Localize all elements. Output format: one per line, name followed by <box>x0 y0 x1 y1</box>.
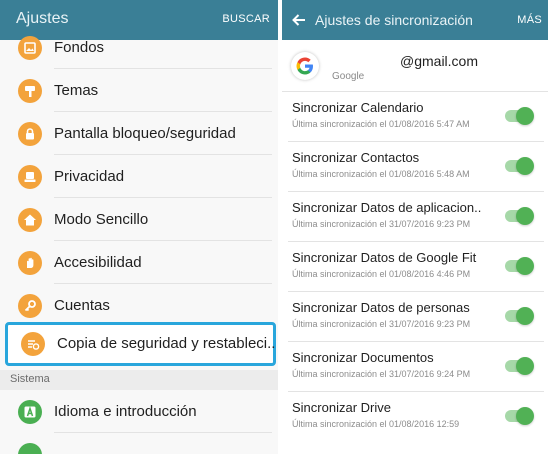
sync-toggle[interactable] <box>505 407 534 425</box>
sync-item-title: Sincronizar Drive <box>292 400 391 415</box>
settings-item-backup-reset[interactable]: Copia de seguridad y restableci.. <box>5 322 276 366</box>
sync-item-title: Sincronizar Documentos <box>292 350 434 365</box>
settings-item-themes[interactable]: Temas <box>0 69 278 112</box>
settings-item-accessibility[interactable]: Accesibilidad <box>0 241 278 284</box>
settings-item-accounts[interactable]: Cuentas <box>0 284 278 327</box>
sync-toggle[interactable] <box>505 307 534 325</box>
settings-item-partial[interactable] <box>0 433 278 454</box>
settings-item-label: Cuentas <box>54 296 110 314</box>
account-header: @gmail.com Google <box>282 40 548 92</box>
sync-item-date: Última sincronización el 01/08/2016 12:5… <box>292 419 460 429</box>
sync-item-contacts[interactable]: Sincronizar Contactos Última sincronizac… <box>282 142 548 192</box>
sync-item-calendar[interactable]: Sincronizar Calendario Última sincroniza… <box>282 92 548 142</box>
toggle-knob <box>516 307 534 325</box>
brush-icon <box>18 78 42 103</box>
sync-item-date: Última sincronización el 01/08/2016 5:48… <box>292 169 470 179</box>
settings-item-privacy[interactable]: Privacidad <box>0 155 278 198</box>
toggle-knob <box>516 357 534 375</box>
settings-item-label: Fondos <box>54 38 105 56</box>
settings-item-label: Pantalla bloqueo/seguridad <box>54 124 236 142</box>
settings-item-label: Modo Sencillo <box>54 210 149 228</box>
sync-title: Ajustes de sincronización <box>315 12 473 28</box>
sync-item-drive[interactable]: Sincronizar Drive Última sincronización … <box>282 392 548 442</box>
sync-item-date: Última sincronización el 01/08/2016 5:47… <box>292 119 470 129</box>
sync-item-title: Sincronizar Datos de aplicacion.. <box>292 200 482 215</box>
search-button[interactable]: BUSCAR <box>222 13 270 25</box>
sync-item-date: Última sincronización el 01/08/2016 4:46… <box>292 269 471 279</box>
sync-item-documents[interactable]: Sincronizar Documentos Última sincroniza… <box>282 342 548 392</box>
settings-item-wallpaper[interactable]: Fondos <box>0 26 278 69</box>
toggle-knob <box>516 257 534 275</box>
sync-item-date: Última sincronización el 31/07/2016 9:24… <box>292 369 471 379</box>
sync-item-people-data[interactable]: Sincronizar Datos de personas Última sin… <box>282 292 548 342</box>
settings-item-label: Temas <box>54 81 99 99</box>
toggle-knob <box>516 407 534 425</box>
toggle-knob <box>516 207 534 225</box>
more-button[interactable]: MÁS <box>517 14 542 26</box>
sync-toggle[interactable] <box>505 357 534 375</box>
sync-item-title: Sincronizar Datos de personas <box>292 300 470 315</box>
sync-item-google-fit[interactable]: Sincronizar Datos de Google Fit Última s… <box>282 242 548 292</box>
settings-item-language-input[interactable]: Idioma e introducción <box>0 390 278 433</box>
sync-settings-panel: Ajustes de sincronización MÁS @gmail.com… <box>282 0 548 454</box>
account-type: Google <box>332 71 365 82</box>
settings-item-label: Privacidad <box>54 167 125 185</box>
settings-item-row: Copia de seguridad y restableci.. <box>3 322 276 366</box>
home-icon <box>18 207 42 232</box>
settings-item-easy-mode[interactable]: Modo Sencillo <box>0 198 278 241</box>
settings-item-lock-security[interactable]: Pantalla bloqueo/seguridad <box>0 112 278 155</box>
sync-toggle[interactable] <box>505 207 534 225</box>
hand-icon <box>18 250 42 275</box>
wallpaper-icon <box>18 35 42 60</box>
settings-item-label: Copia de seguridad y restableci.. <box>57 335 276 352</box>
settings-icon <box>18 442 42 454</box>
toggle-knob <box>516 107 534 125</box>
sync-item-date: Última sincronización el 31/07/2016 9:23… <box>292 219 471 229</box>
key-icon <box>18 293 42 318</box>
sync-toggle[interactable] <box>505 157 534 175</box>
toggle-knob <box>516 157 534 175</box>
settings-item-label: Idioma e introducción <box>54 402 197 420</box>
section-label: Sistema <box>10 373 50 385</box>
sync-toggle[interactable] <box>505 107 534 125</box>
backup-icon <box>21 332 45 356</box>
section-header: Sistema <box>0 370 278 390</box>
sync-header: Ajustes de sincronización MÁS <box>282 0 548 40</box>
language-icon <box>18 399 42 424</box>
sync-item-app-data[interactable]: Sincronizar Datos de aplicacion.. Última… <box>282 192 548 242</box>
sync-toggle[interactable] <box>505 257 534 275</box>
back-arrow-icon[interactable] <box>290 11 308 29</box>
privacy-icon <box>18 164 42 189</box>
sync-item-title: Sincronizar Contactos <box>292 150 420 165</box>
account-email: @gmail.com <box>400 53 479 69</box>
sync-item-title: Sincronizar Calendario <box>292 100 424 115</box>
sync-item-title: Sincronizar Datos de Google Fit <box>292 250 477 265</box>
sync-item-date: Última sincronización el 31/07/2016 9:23… <box>292 319 471 329</box>
settings-item-label: Accesibilidad <box>54 253 142 271</box>
google-icon <box>291 52 319 80</box>
lock-icon <box>18 121 42 146</box>
settings-panel: Ajustes BUSCAR Fondos Temas Pantalla blo… <box>0 0 278 454</box>
